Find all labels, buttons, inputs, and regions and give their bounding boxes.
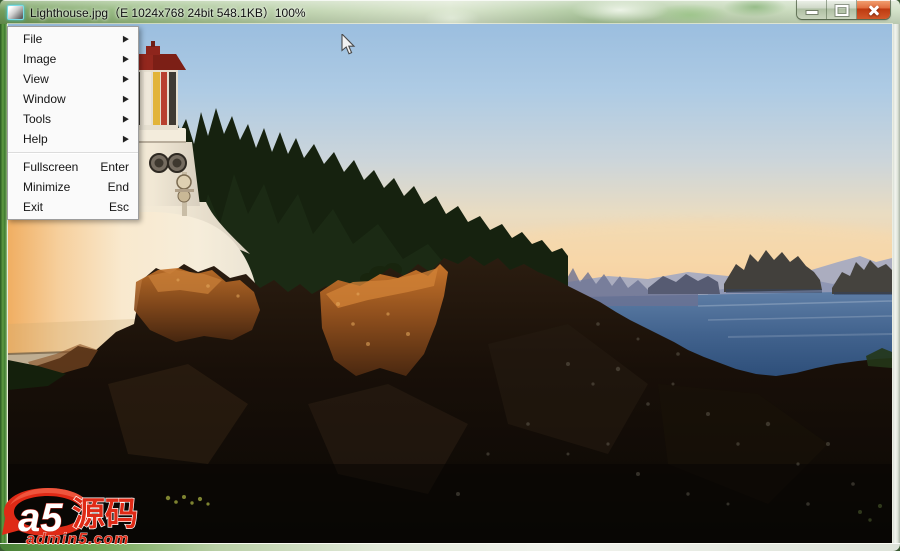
titlebar[interactable]: Lighthouse.jpg（E 1024x768 24bit 548.1KB）… (0, 0, 900, 24)
menu-item-label: Help (23, 132, 48, 146)
menu-shortcut: End (107, 180, 129, 194)
menu-item-label: View (23, 72, 49, 86)
menu-item-minimize[interactable]: Minimize End (8, 177, 138, 197)
menu-item-exit[interactable]: Exit Esc (8, 197, 138, 217)
menu-item-file[interactable]: File ▶ (8, 29, 138, 49)
menu-item-view[interactable]: View ▶ (8, 69, 138, 89)
menu-item-label: File (23, 32, 43, 46)
maximize-button[interactable] (827, 0, 857, 19)
menu-separator (8, 152, 138, 154)
menu-item-label: Image (23, 52, 57, 66)
menu-item-label: Exit (23, 200, 44, 214)
close-icon (868, 4, 880, 16)
minimize-button[interactable] (797, 0, 827, 19)
minimize-icon (806, 11, 817, 14)
close-button[interactable] (857, 0, 890, 19)
app-icon (7, 5, 24, 20)
menu-item-label: Window (23, 92, 66, 106)
photo-lighthouse[interactable] (8, 24, 892, 543)
window-controls (797, 0, 890, 19)
menu-item-tools[interactable]: Tools ▶ (8, 109, 138, 129)
menu-item-fullscreen[interactable]: Fullscreen Enter (8, 157, 138, 177)
menu-item-help[interactable]: Help ▶ (8, 129, 138, 149)
menu-item-label: Minimize (23, 180, 71, 194)
image-viewer-window: Lighthouse.jpg（E 1024x768 24bit 548.1KB）… (0, 0, 900, 551)
submenu-arrow-icon: ▶ (122, 133, 129, 144)
watermark-brand-cn: 源码 (72, 495, 138, 532)
photo-canvas (8, 24, 892, 543)
menu-item-label: Tools (23, 112, 52, 126)
window-title: Lighthouse.jpg（E 1024x768 24bit 548.1KB）… (30, 6, 306, 20)
menu-item-window[interactable]: Window ▶ (8, 89, 138, 109)
menu-shortcut: Esc (108, 200, 129, 214)
watermark-logo: a5 源码 admin5.com (2, 486, 160, 551)
menu-item-label: Fullscreen (23, 160, 79, 174)
maximize-icon (835, 5, 848, 16)
menu-item-image[interactable]: Image ▶ (8, 49, 138, 69)
menu-shortcut: Enter (100, 160, 129, 174)
context-menu: File ▶ Image ▶ View ▶ Window ▶ Tools ▶ H… (7, 26, 139, 220)
watermark-domain: admin5.com (26, 531, 129, 548)
window-border-right (892, 24, 900, 543)
